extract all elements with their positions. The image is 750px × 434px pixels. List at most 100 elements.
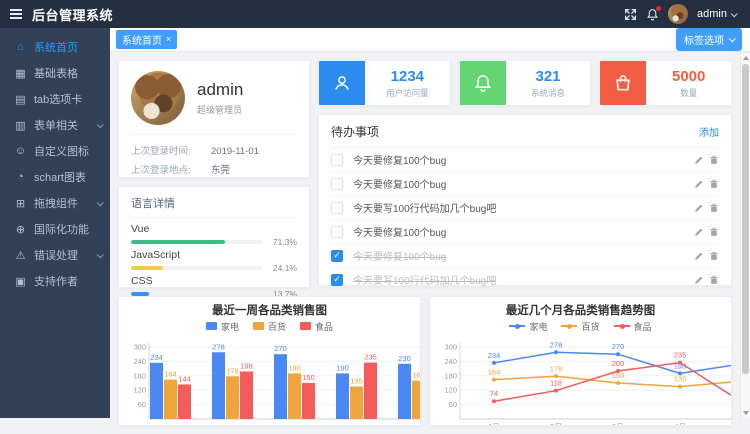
languages-card: 语言详情 Vue 71.3% JavaScript 24.1% CSS 13.7… xyxy=(118,186,310,288)
todo-item: 今天要写100行代码加几个bug吧 xyxy=(331,268,719,292)
sidebar-item-table[interactable]: ▦ 基础表格 xyxy=(0,60,110,86)
edit-icon[interactable] xyxy=(694,227,704,237)
todo-checkbox[interactable] xyxy=(331,226,343,238)
sidebar-item-drag[interactable]: ⊞ 拖拽组件 xyxy=(0,190,110,216)
svg-text:135: 135 xyxy=(350,377,363,386)
profile-avatar xyxy=(131,71,185,125)
edit-icon[interactable] xyxy=(694,155,704,165)
sidebar-item-tabs[interactable]: ▤ tab选项卡 xyxy=(0,86,110,112)
svg-text:164: 164 xyxy=(164,370,177,379)
bar-chart-card: 最近一周各品类销售图 家电百货食品 6012018024030023427827… xyxy=(118,296,421,426)
profile-name: admin xyxy=(197,80,243,100)
svg-text:234: 234 xyxy=(150,353,163,362)
main-area: 系统首页 × 标签选项 admin 超级管理员 xyxy=(110,28,750,434)
svg-text:278: 278 xyxy=(550,340,563,349)
chart-canvas: 6012018024030023427827019023016417819013… xyxy=(125,333,421,426)
globe-icon: ⊕ xyxy=(14,223,27,236)
stat-card[interactable]: 1234 用户访问量 xyxy=(318,60,451,106)
language-row: JavaScript 24.1% xyxy=(131,249,297,273)
sidebar-item-home[interactable]: ⌂ 系统首页 xyxy=(0,34,110,60)
svg-text:278: 278 xyxy=(212,342,225,351)
svg-text:235: 235 xyxy=(674,351,687,360)
form-icon: ▥ xyxy=(14,119,27,132)
edit-icon[interactable] xyxy=(694,179,704,189)
todo-checkbox[interactable] xyxy=(331,178,343,190)
svg-text:74: 74 xyxy=(490,389,498,398)
close-icon[interactable]: × xyxy=(166,35,171,44)
chevron-down-icon xyxy=(729,35,736,42)
svg-text:4月: 4月 xyxy=(674,422,686,426)
delete-icon[interactable] xyxy=(709,227,719,237)
svg-text:178: 178 xyxy=(226,366,239,375)
delete-icon[interactable] xyxy=(709,179,719,189)
todo-checkbox[interactable] xyxy=(331,250,343,262)
legend-item: 家电 xyxy=(509,320,547,333)
svg-text:234: 234 xyxy=(488,351,501,360)
tag-options-button[interactable]: 标签选项 xyxy=(676,28,742,51)
chevron-down-icon xyxy=(731,10,738,17)
svg-text:240: 240 xyxy=(133,357,146,366)
todo-checkbox[interactable] xyxy=(331,154,343,166)
scroll-down-arrow[interactable] xyxy=(741,408,750,418)
svg-text:190: 190 xyxy=(336,363,349,372)
svg-text:120: 120 xyxy=(133,386,146,395)
todo-item: 今天要修复100个bug xyxy=(331,172,719,196)
profile-info-row: 上次登录地点:东莞 xyxy=(131,162,297,176)
svg-text:120: 120 xyxy=(444,386,457,395)
bell-icon xyxy=(460,60,506,106)
legend-item: 百货 xyxy=(561,320,599,333)
stat-card[interactable]: 321 系统消息 xyxy=(459,60,592,106)
svg-text:270: 270 xyxy=(274,344,287,353)
table-icon: ▦ xyxy=(14,67,27,80)
sidebar-item-form[interactable]: ▥ 表单相关 xyxy=(0,112,110,138)
edit-icon[interactable] xyxy=(694,251,704,261)
delete-icon[interactable] xyxy=(709,203,719,213)
svg-text:230: 230 xyxy=(398,354,411,363)
svg-text:3月: 3月 xyxy=(612,422,624,426)
svg-text:198: 198 xyxy=(240,361,253,370)
user-menu[interactable]: admin xyxy=(697,8,736,20)
chevron-down-icon xyxy=(97,121,104,128)
sidebar-item-support[interactable]: ▣ 支持作者 xyxy=(0,268,110,294)
tab-home[interactable]: 系统首页 × xyxy=(116,30,177,49)
svg-text:2月: 2月 xyxy=(550,422,562,426)
delete-icon[interactable] xyxy=(709,155,719,165)
svg-text:190: 190 xyxy=(288,363,301,372)
profile-role: 超级管理员 xyxy=(197,103,243,116)
todo-item: 今天要修复100个bug xyxy=(331,220,719,244)
svg-text:144: 144 xyxy=(178,374,191,383)
todo-checkbox[interactable] xyxy=(331,274,343,286)
svg-text:300: 300 xyxy=(133,343,146,352)
fullscreen-icon[interactable] xyxy=(624,8,637,21)
vertical-scrollbar[interactable] xyxy=(740,53,750,418)
menu-toggle-icon[interactable] xyxy=(10,9,22,19)
scroll-up-arrow[interactable] xyxy=(741,53,750,63)
notifications-bell-icon[interactable] xyxy=(646,8,659,21)
svg-text:270: 270 xyxy=(612,342,625,351)
todo-checkbox[interactable] xyxy=(331,202,343,214)
profile-card: admin 超级管理员 上次登录时间:2019-11-01 上次登录地点:东莞 xyxy=(118,60,310,178)
bag-icon xyxy=(600,60,646,106)
user-avatar[interactable] xyxy=(668,4,688,24)
smiley-icon: ☺ xyxy=(14,145,27,157)
sidebar-item-warning[interactable]: ⚠ 错误处理 xyxy=(0,242,110,268)
home-icon: ⌂ xyxy=(14,41,27,53)
scrollbar-thumb[interactable] xyxy=(742,64,749,374)
add-todo-button[interactable]: 添加 xyxy=(699,124,719,139)
tabs-icon: ▤ xyxy=(14,93,27,106)
charts-row: 最近一周各品类销售图 家电百货食品 6012018024030023427827… xyxy=(118,296,732,426)
language-row: Vue 71.3% xyxy=(131,223,297,247)
notification-badge xyxy=(656,6,661,11)
sidebar-item-chart[interactable]: ◔ schart图表 xyxy=(0,164,110,190)
sidebar-item-globe[interactable]: ⊕ 国际化功能 xyxy=(0,216,110,242)
edit-icon[interactable] xyxy=(694,275,704,285)
delete-icon[interactable] xyxy=(709,275,719,285)
stat-card[interactable]: 5000 数量 xyxy=(599,60,732,106)
delete-icon[interactable] xyxy=(709,251,719,261)
svg-text:300: 300 xyxy=(444,343,457,352)
chart-title: 最近几个月各品类销售趋势图 xyxy=(436,303,725,319)
sidebar-item-smiley[interactable]: ☺ 自定义图标 xyxy=(0,138,110,164)
svg-text:240: 240 xyxy=(444,357,457,366)
edit-icon[interactable] xyxy=(694,203,704,213)
languages-title: 语言详情 xyxy=(131,195,297,211)
